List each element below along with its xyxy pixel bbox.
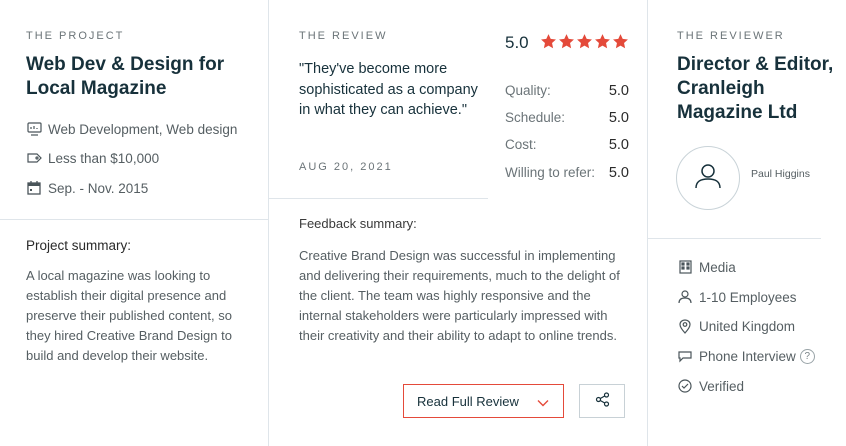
review-date: AUG 20, 2021 (299, 161, 393, 173)
reviewer-title: Director & Editor, Cranleigh Magazine Lt… (677, 54, 834, 123)
read-full-review-button[interactable]: Read Full Review (403, 384, 564, 418)
industry-text: Media (699, 259, 736, 275)
budget-text: Less than $10,000 (48, 150, 160, 166)
dates-text: Sep. - Nov. 2015 (48, 180, 149, 196)
feedback-summary-heading: Feedback summary: (299, 216, 417, 231)
location-text: United Kingdom (699, 318, 796, 334)
rating-value: 5.0 (608, 137, 629, 153)
interview-text: Phone Interview (699, 348, 796, 364)
share-button[interactable] (579, 384, 625, 418)
project-summary-heading: Project summary: (26, 238, 132, 253)
industry-row: Media (677, 259, 736, 275)
rating-label: Willing to refer: (505, 165, 596, 180)
dates-row: Sep. - Nov. 2015 (26, 180, 148, 196)
service-row: Web Development, Web design (26, 121, 237, 137)
rating-row-quality: Quality: 5.0 (505, 83, 629, 99)
check-circle-icon (677, 378, 693, 394)
employees-text: 1-10 Employees (699, 289, 797, 305)
employees-row: 1-10 Employees (677, 289, 797, 305)
chat-bubble-icon (677, 348, 693, 364)
verified-row: Verified (677, 378, 744, 394)
project-summary-text: A local magazine was looking to establis… (26, 268, 232, 363)
star-icon (541, 34, 556, 49)
rating-row-refer: Willing to refer: 5.0 (505, 165, 629, 181)
project-eyebrow: THE PROJECT (26, 30, 125, 42)
row-divider (268, 198, 488, 199)
rating-value: 5.0 (608, 83, 629, 99)
star-icon (595, 34, 610, 49)
star-rating (540, 33, 629, 50)
row-divider (647, 238, 821, 239)
verified-text: Verified (699, 378, 745, 394)
building-icon (677, 259, 693, 275)
column-divider (268, 0, 269, 446)
read-full-review-label: Read Full Review (417, 393, 519, 409)
reviewer-eyebrow: THE REVIEWER (677, 30, 785, 42)
rating-label: Quality: (505, 83, 551, 98)
price-tag-icon (26, 150, 42, 166)
feedback-summary-text: Creative Brand Design was successful in … (299, 248, 620, 343)
monitor-icon (26, 121, 42, 137)
rating-row-cost: Cost: 5.0 (505, 137, 629, 153)
chevron-down-icon (537, 395, 549, 410)
rating-label: Schedule: (505, 110, 566, 125)
rating-value: 5.0 (608, 110, 629, 126)
row-divider (0, 219, 268, 220)
user-icon (692, 160, 724, 197)
star-icon (559, 34, 574, 49)
location-row: United Kingdom (677, 318, 795, 334)
service-text: Web Development, Web design (48, 121, 238, 137)
location-pin-icon (677, 318, 693, 334)
rating-label: Cost: (505, 137, 537, 152)
star-icon (577, 34, 592, 49)
budget-row: Less than $10,000 (26, 150, 159, 166)
project-title: Web Dev & Design for Local Magazine (26, 54, 225, 99)
review-eyebrow: THE REVIEW (299, 30, 388, 42)
star-icon (613, 34, 628, 49)
help-icon[interactable]: ? (799, 348, 815, 364)
share-icon (595, 392, 610, 410)
avatar (676, 146, 740, 210)
rating-value: 5.0 (608, 165, 629, 181)
calendar-icon (26, 180, 42, 196)
review-quote: "They've become more sophisticated as a … (299, 61, 478, 118)
reviewer-name: Paul Higgins (751, 168, 810, 180)
interview-row: Phone Interview ? (677, 348, 815, 364)
overall-score: 5.0 (505, 33, 529, 52)
rating-row-schedule: Schedule: 5.0 (505, 110, 629, 126)
column-divider (647, 0, 648, 446)
person-icon (677, 289, 693, 305)
